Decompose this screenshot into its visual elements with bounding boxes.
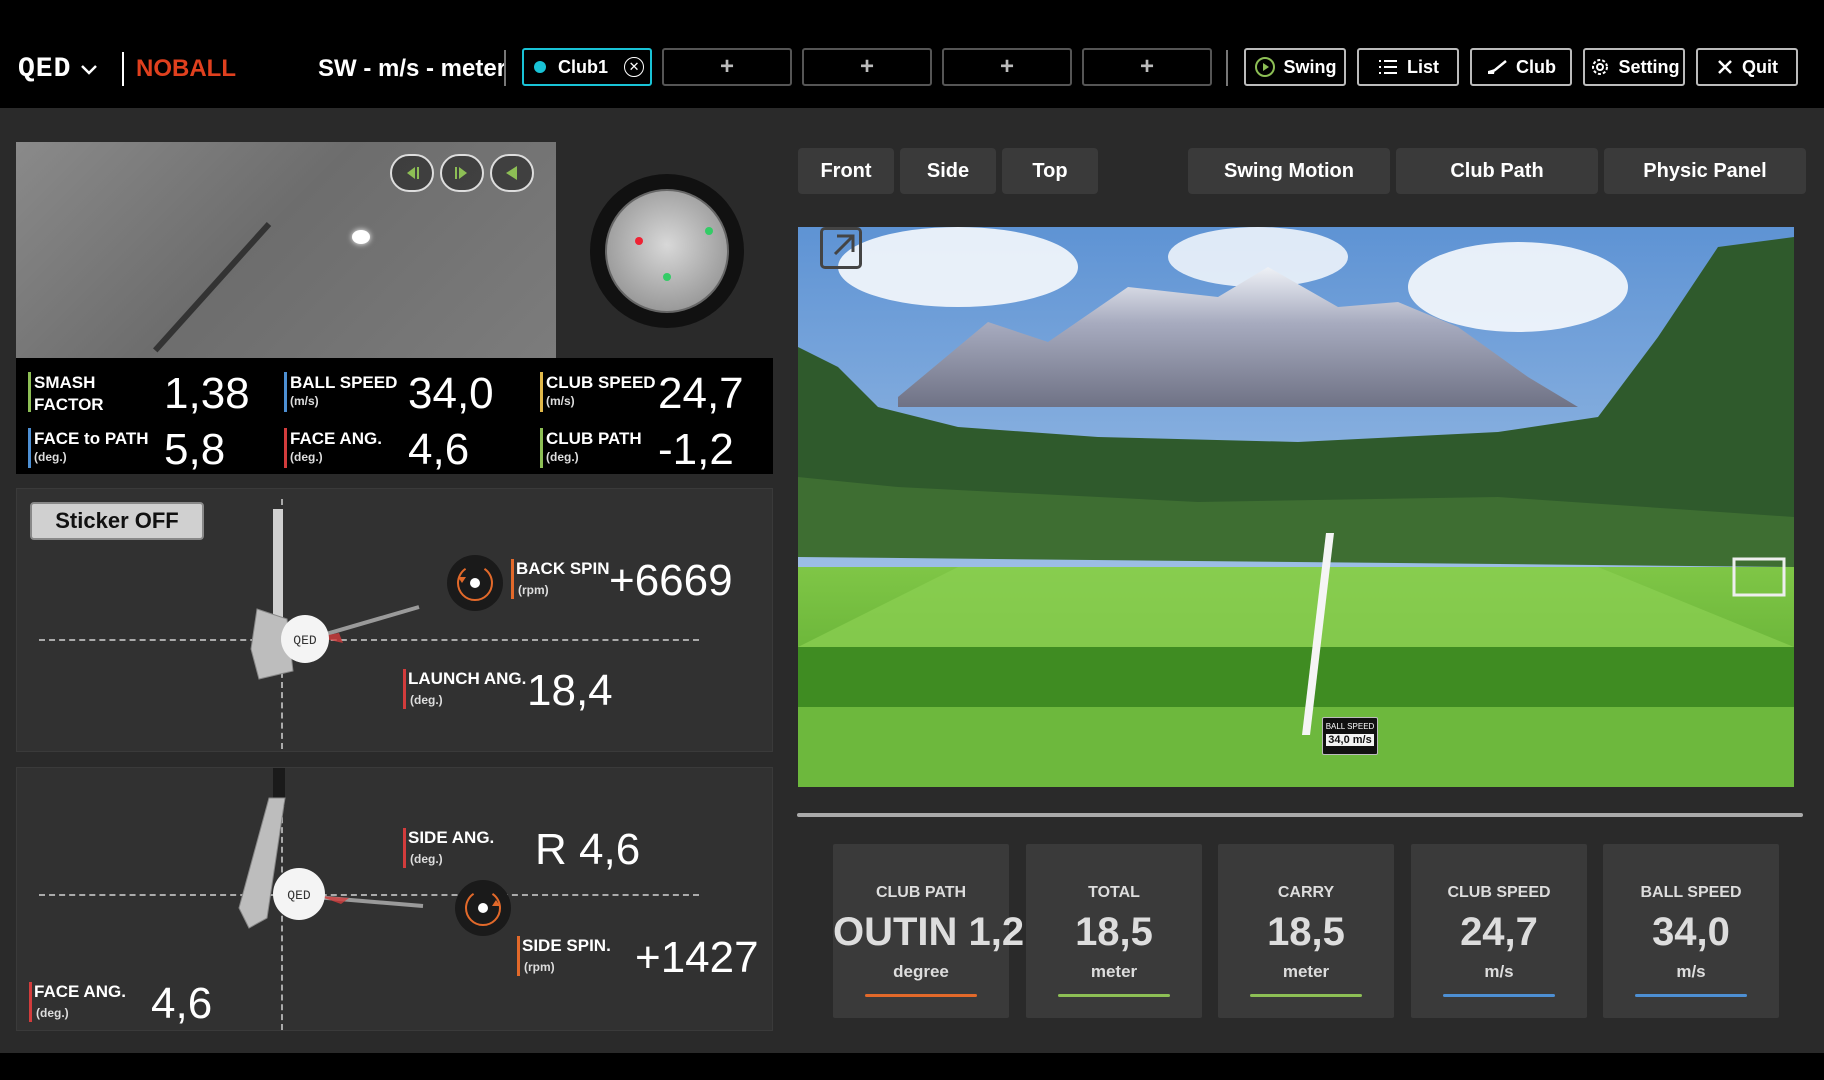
divider xyxy=(504,50,506,86)
status-label: NOBALL xyxy=(136,55,236,82)
setting-button-label: Setting xyxy=(1618,56,1680,77)
ball xyxy=(352,230,370,244)
card-club-path: CLUB PATH OUTIN 1,2 degree xyxy=(833,844,1024,1018)
club-shaft xyxy=(153,221,272,353)
top-bar: QED NOBALL SW - m/s - meter Club1 ✕ + + … xyxy=(0,0,1824,108)
tab-side[interactable]: Side xyxy=(900,148,996,194)
play-icon xyxy=(506,166,517,180)
step-back-icon xyxy=(407,167,419,179)
stat-face-to-path: FACE to PATH (deg.) 5,8 xyxy=(28,424,258,474)
impact-location xyxy=(590,174,744,328)
list-button[interactable]: List xyxy=(1357,48,1459,86)
shot-stats: SMASH FACTOR 1,38 BALL SPEED (m/s) 34,0 … xyxy=(16,358,773,474)
sticker-toggle-button[interactable]: Sticker OFF xyxy=(30,502,204,540)
logo-menu[interactable]: QED xyxy=(18,53,101,85)
side-angle-value: R 4,6 xyxy=(535,825,641,874)
side-spin-label: SIDE SPIN. xyxy=(522,936,611,955)
tab-physic-panel[interactable]: Physic Panel xyxy=(1604,148,1806,194)
next-frame-button[interactable] xyxy=(440,154,484,192)
card-ball-speed: BALL SPEED 34,0 m/s xyxy=(1603,844,1779,1018)
card-carry: CARRY 18,5 meter xyxy=(1218,844,1394,1018)
back-spin-value: +6669 xyxy=(609,556,733,605)
backspin-icon xyxy=(447,555,503,611)
setting-button[interactable]: Setting xyxy=(1583,48,1685,86)
swing-button-label: Swing xyxy=(1283,56,1337,77)
stat-club-path: CLUB PATH (deg.) -1,2 xyxy=(540,424,770,474)
add-club-tab[interactable]: + xyxy=(1082,48,1212,86)
divider xyxy=(1226,50,1228,86)
bottom-bar xyxy=(0,1053,1824,1080)
club-tab-label: Club1 xyxy=(558,56,609,77)
popout-icon[interactable] xyxy=(820,227,862,269)
launch-angle-label: LAUNCH ANG. xyxy=(408,669,527,688)
tab-club-path[interactable]: Club Path xyxy=(1396,148,1598,194)
club-tab-club1[interactable]: Club1 ✕ xyxy=(522,48,652,86)
active-dot-icon xyxy=(534,61,546,73)
svg-text:QED: QED xyxy=(293,633,317,648)
marker-green xyxy=(705,227,713,235)
tab-front[interactable]: Front xyxy=(798,148,894,194)
add-club-tab[interactable]: + xyxy=(942,48,1072,86)
step-forward-icon xyxy=(455,167,467,179)
side-view-panel: Sticker OFF QED BACK SPIN (rpm) +6669 LA… xyxy=(16,488,773,752)
face-angle-label: FACE ANG. xyxy=(34,982,126,1001)
close-icon xyxy=(1716,58,1734,76)
sidespin-icon xyxy=(455,880,511,936)
divider xyxy=(122,52,124,86)
course-scene: BALL SPEED 34,0 m/s xyxy=(798,227,1794,787)
top-view-panel: QED SIDE ANG. (deg.) R 4,6 SIDE SPIN. (r… xyxy=(16,767,773,1031)
svg-text:QED: QED xyxy=(287,888,311,903)
impact-camera-image xyxy=(16,142,556,358)
ball-face-map xyxy=(605,189,729,313)
quit-button[interactable]: Quit xyxy=(1696,48,1798,86)
play-reverse-button[interactable] xyxy=(490,154,534,192)
card-club-speed: CLUB SPEED 24,7 m/s xyxy=(1411,844,1587,1018)
close-icon[interactable]: ✕ xyxy=(624,57,645,77)
tab-swing-motion[interactable]: Swing Motion xyxy=(1188,148,1390,194)
logo: QED xyxy=(18,53,72,85)
quit-button-label: Quit xyxy=(1742,56,1778,77)
back-spin-label: BACK SPIN xyxy=(516,559,610,578)
unit-mode-label: SW - m/s - meter xyxy=(318,55,507,82)
club-button-label: Club xyxy=(1516,56,1556,77)
gear-icon xyxy=(1589,56,1611,78)
marker-green xyxy=(663,273,671,281)
add-club-tab[interactable]: + xyxy=(802,48,932,86)
stat-face-angle: FACE ANG. (deg.) 4,6 xyxy=(284,424,514,474)
launch-angle-value: 18,4 xyxy=(527,666,613,715)
card-total: TOTAL 18,5 meter xyxy=(1026,844,1202,1018)
main-area: SMASH FACTOR 1,38 BALL SPEED (m/s) 34,0 … xyxy=(0,108,1824,1053)
club-button[interactable]: Club xyxy=(1470,48,1572,86)
club-top-illustration: QED xyxy=(238,768,424,929)
chevron-down-icon xyxy=(81,65,98,75)
side-spin-value: +1427 xyxy=(635,933,759,982)
ball-speed-tag: BALL SPEED 34,0 m/s xyxy=(1322,717,1378,755)
marker-red xyxy=(635,237,643,245)
club-icon xyxy=(1486,57,1508,77)
swing-button[interactable]: Swing xyxy=(1244,48,1346,86)
course-illustration xyxy=(798,227,1794,787)
add-club-tab[interactable]: + xyxy=(662,48,792,86)
list-icon xyxy=(1377,57,1399,77)
previous-frame-button[interactable] xyxy=(390,154,434,192)
side-angle-label: SIDE ANG. xyxy=(408,828,495,847)
stat-club-speed: CLUB SPEED (m/s) 24,7 xyxy=(540,368,770,418)
list-button-label: List xyxy=(1406,56,1439,77)
play-circle-icon xyxy=(1254,56,1276,78)
face-angle-value: 4,6 xyxy=(151,979,213,1028)
stat-smash-factor: SMASH FACTOR 1,38 xyxy=(28,368,258,418)
tab-top[interactable]: Top xyxy=(1002,148,1098,194)
stat-ball-speed: BALL SPEED (m/s) 34,0 xyxy=(284,368,514,418)
divider xyxy=(797,813,1803,817)
